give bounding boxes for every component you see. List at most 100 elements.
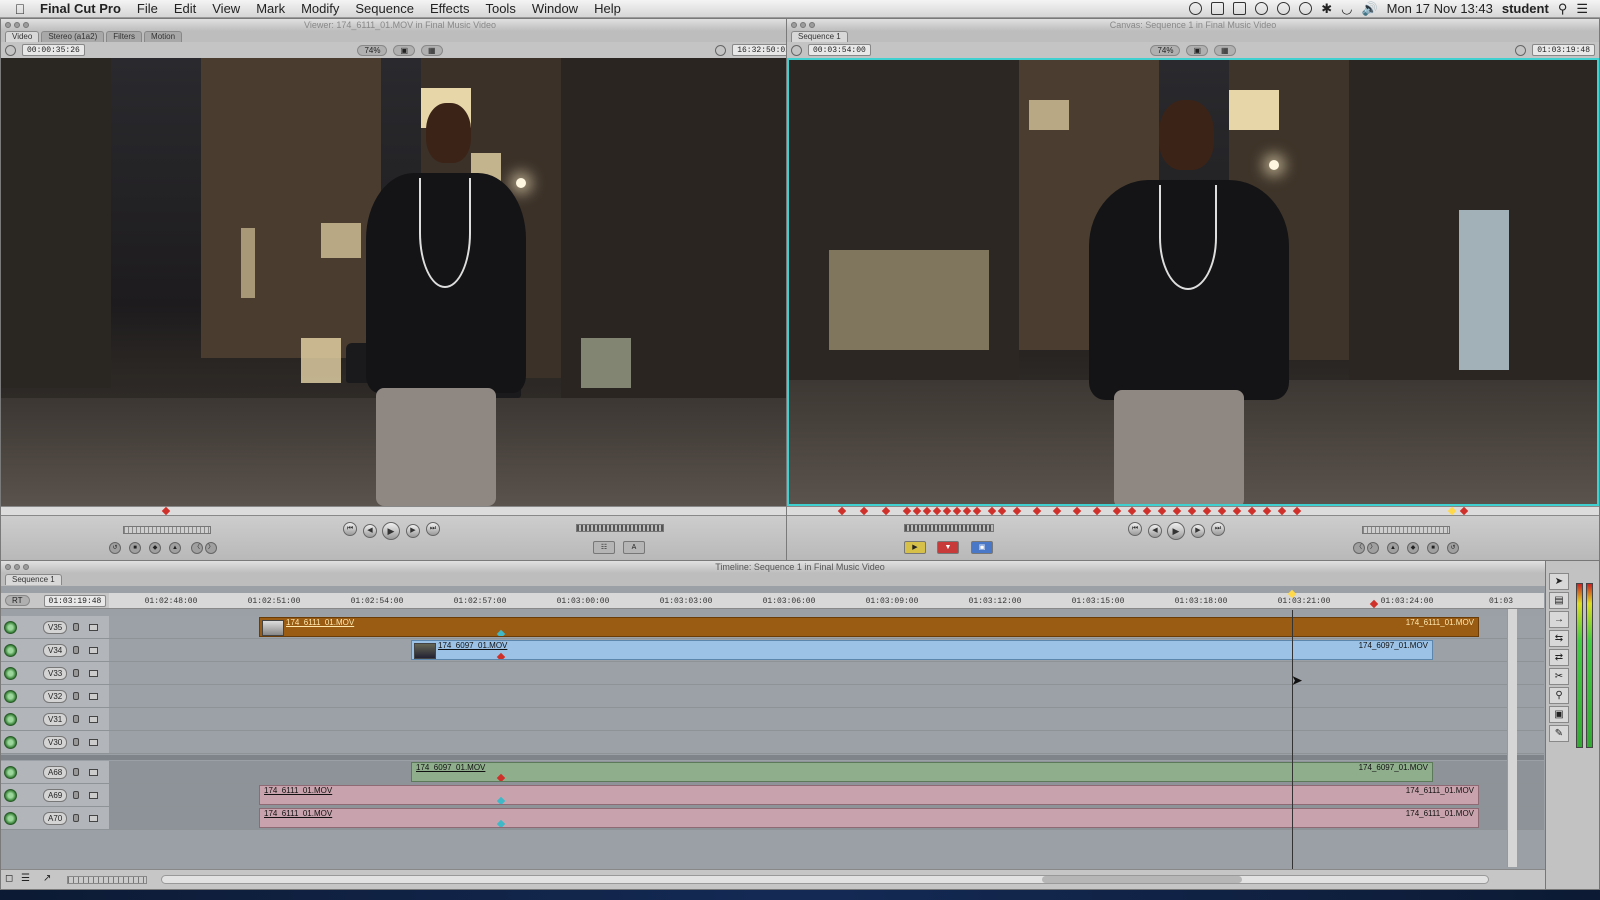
canvas-marker[interactable] — [1127, 506, 1137, 516]
canvas-view-dropdown[interactable]: ▣ — [1186, 44, 1209, 56]
menu-tools[interactable]: Tools — [485, 1, 515, 16]
viewer-in-marker[interactable] — [161, 506, 171, 516]
clip-a68[interactable]: 174_6097_01.MOV 174_6097_01.MOV — [411, 762, 1433, 782]
track-visibility-toggle[interactable] — [4, 666, 17, 680]
canvas-play-button[interactable]: ▶ — [1167, 522, 1185, 540]
track-label[interactable]: V32 — [43, 689, 68, 703]
auto-select-icon[interactable] — [89, 814, 99, 822]
canvas-marker[interactable] — [1072, 506, 1082, 516]
lock-icon[interactable] — [73, 715, 80, 723]
canvas-shuttle-control[interactable] — [1362, 526, 1450, 534]
mark-clip-button[interactable]: ■ — [1427, 542, 1439, 554]
timeline-playhead[interactable] — [1292, 610, 1293, 870]
crop-tool-icon[interactable]: ▣ — [1549, 706, 1569, 723]
track-label[interactable]: A68 — [43, 765, 68, 779]
canvas-marker[interactable] — [1092, 506, 1102, 516]
track-visibility-toggle[interactable] — [4, 712, 17, 726]
viewer-play-button[interactable]: ▶ — [382, 522, 400, 540]
lock-icon[interactable] — [73, 692, 80, 700]
canvas-marker[interactable] — [837, 506, 847, 516]
auto-select-icon[interactable] — [89, 669, 99, 677]
play-in-to-out-button[interactable]: ◀ — [1148, 524, 1162, 538]
track-a69[interactable]: A69 174_6111_01.MOV 174_6111_01.MOV — [1, 784, 1544, 807]
track-audible-toggle[interactable] — [4, 811, 17, 825]
insert-edit-button[interactable]: ▶ — [904, 541, 926, 554]
viewer-duration-timecode[interactable]: 00:00:35:26 — [22, 44, 85, 56]
canvas-marker[interactable] — [1217, 506, 1227, 516]
mark-out-button[interactable]: 〉 — [1367, 542, 1379, 554]
canvas-marker[interactable] — [997, 506, 1007, 516]
generator-button[interactable]: A — [623, 541, 645, 554]
canvas-scrubber-bar[interactable] — [787, 506, 1599, 516]
add-keyframe-button[interactable]: ◆ — [149, 542, 161, 554]
track-a70[interactable]: A70 174_6111_01.MOV 174_6111_01.MOV — [1, 807, 1544, 830]
clock-text[interactable]: Mon 17 Nov 13:43 — [1387, 1, 1493, 16]
canvas-marker[interactable] — [1142, 506, 1152, 516]
canvas-overlay-dropdown[interactable]: ▦ — [1214, 44, 1236, 56]
match-frame-button[interactable]: ↺ — [109, 542, 121, 554]
canvas-marker[interactable] — [1112, 506, 1122, 516]
sync-icon[interactable] — [1189, 2, 1203, 15]
selection-tool-icon[interactable]: ➤ — [1549, 573, 1569, 590]
viewer-video-frame[interactable] — [1, 58, 799, 506]
zoom-tool-icon[interactable]: ⚲ — [1549, 687, 1569, 704]
timeline-current-timecode[interactable]: 01:03:19:48 — [43, 594, 107, 607]
clip-marker[interactable] — [496, 796, 506, 804]
track-audible-toggle[interactable] — [4, 765, 17, 779]
canvas-marker[interactable] — [912, 506, 922, 516]
canvas-marker[interactable] — [1292, 506, 1302, 516]
canvas-marker[interactable] — [1157, 506, 1167, 516]
menu-app-name[interactable]: Final Cut Pro — [40, 1, 121, 16]
mark-in-button[interactable]: 〈 — [191, 542, 203, 554]
timeline-ruler[interactable]: 01:02:48:00 01:02:51:00 01:02:54:00 01:0… — [109, 589, 1544, 609]
clip-marker[interactable] — [496, 652, 506, 659]
track-label[interactable]: V35 — [43, 620, 68, 634]
track-visibility-toggle[interactable] — [4, 689, 17, 703]
edit-selection-tool-icon[interactable]: ▤ — [1549, 592, 1569, 609]
scroll-thumb[interactable] — [1042, 876, 1242, 883]
viewer-zoom-dropdown[interactable]: 74% — [357, 44, 388, 56]
play-in-to-out-button[interactable]: ◀ — [363, 524, 377, 538]
lock-icon[interactable] — [73, 814, 80, 822]
canvas-marker[interactable] — [932, 506, 942, 516]
mark-in-button[interactable]: 〈 — [1353, 542, 1365, 554]
video-audio-divider[interactable] — [1, 755, 1544, 760]
canvas-marker[interactable] — [952, 506, 962, 516]
track-label[interactable]: V33 — [43, 666, 68, 680]
rt-dropdown[interactable]: RT — [5, 595, 30, 606]
clip-marker[interactable] — [496, 629, 506, 636]
track-v32[interactable]: V32 — [1, 685, 1544, 708]
canvas-marker[interactable] — [859, 506, 869, 516]
mark-out-button[interactable]: 〉 — [205, 542, 217, 554]
viewer-scrubber-bar[interactable] — [1, 506, 799, 516]
canvas-jog-control[interactable] — [904, 524, 994, 532]
lock-icon[interactable] — [73, 623, 80, 631]
menu-mark[interactable]: Mark — [256, 1, 285, 16]
apple-icon[interactable]:  — [0, 1, 40, 17]
auto-select-icon[interactable] — [89, 692, 99, 700]
window-controls[interactable] — [5, 564, 29, 570]
menu-file[interactable]: File — [137, 1, 158, 16]
recent-clips-button[interactable]: ☷ — [593, 541, 615, 554]
overwrite-edit-button[interactable]: ▼ — [937, 541, 959, 554]
clip-a69[interactable]: 174_6111_01.MOV 174_6111_01.MOV — [259, 785, 1479, 805]
track-visibility-toggle[interactable] — [4, 620, 17, 634]
canvas-marker[interactable] — [902, 506, 912, 516]
track-height-control[interactable]: ☰ — [21, 873, 30, 884]
go-to-next-edit-button[interactable]: ⏭ — [426, 522, 440, 536]
canvas-marker[interactable] — [1187, 506, 1197, 516]
slip-tool-icon[interactable]: ⇄ — [1549, 649, 1569, 666]
track-a68[interactable]: A68 174_6097_01.MOV 174_6097_01.MOV — [1, 761, 1544, 784]
timeline-horizontal-scrollbar[interactable] — [161, 875, 1489, 884]
canvas-zoom-dropdown[interactable]: 74% — [1150, 44, 1181, 56]
canvas-marker[interactable] — [1172, 506, 1182, 516]
lock-icon[interactable] — [73, 646, 80, 654]
list-icon[interactable]: ☰ — [1576, 1, 1588, 17]
track-visibility-toggle[interactable] — [4, 643, 17, 657]
canvas-titlebar[interactable]: Canvas: Sequence 1 in Final Music Video — [787, 19, 1599, 31]
canvas-marker[interactable] — [1032, 506, 1042, 516]
track-label[interactable]: A70 — [43, 811, 68, 825]
window-controls[interactable] — [791, 22, 815, 28]
play-around-button[interactable]: ▶ — [1191, 524, 1205, 538]
viewer-view-dropdown[interactable]: ▣ — [393, 44, 416, 56]
